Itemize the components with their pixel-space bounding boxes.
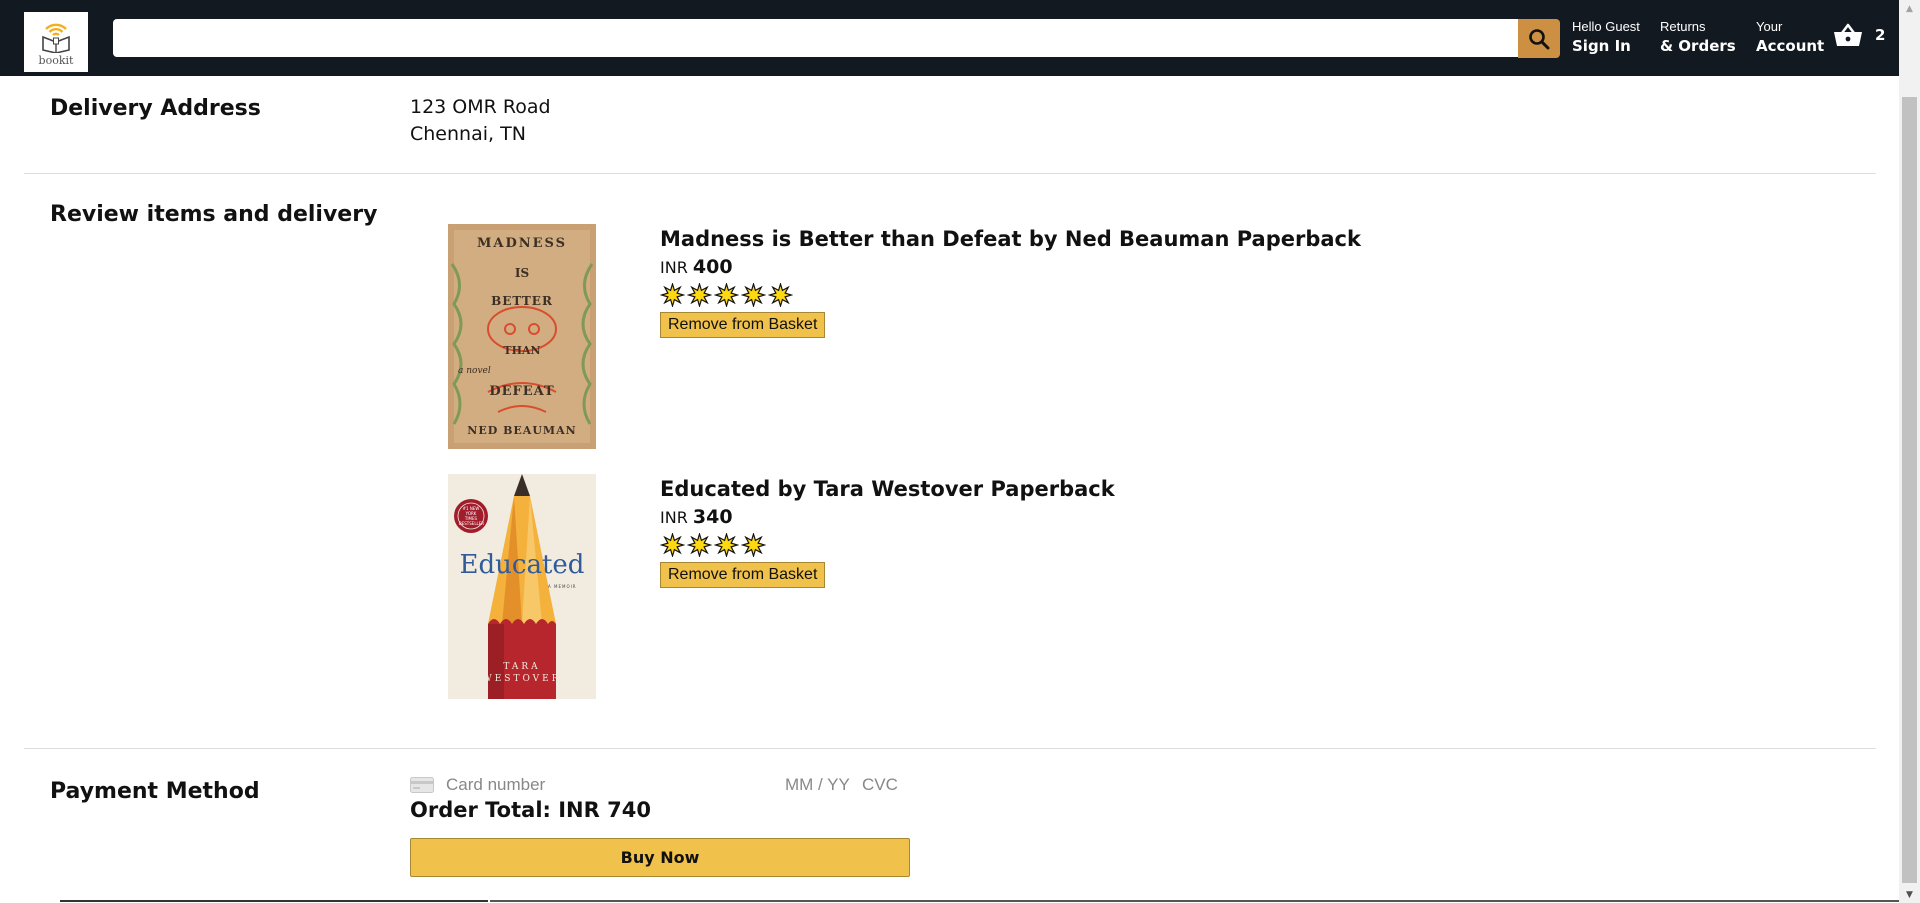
cover-author-first: TARA xyxy=(503,662,541,672)
order-total: Order Total: INR 740 xyxy=(410,798,651,822)
nav-sign-in-label: Sign In xyxy=(1572,37,1631,55)
book-title[interactable]: Educated by Tara Westover Paperback xyxy=(660,476,1115,502)
delivery-address-heading: Delivery Address xyxy=(50,96,261,121)
star-icon xyxy=(741,283,766,307)
address-line-2: Chennai, TN xyxy=(410,123,526,145)
cover-author-last: WESTOVER xyxy=(482,674,562,684)
cover-text: MADNESS IS BETTER THAN a novel DEFEAT NE… xyxy=(448,224,596,449)
buy-now-button[interactable]: Buy Now xyxy=(410,838,910,877)
star-icon xyxy=(714,533,739,557)
price-currency: INR xyxy=(660,258,688,277)
cover-author: NED BEAUMAN xyxy=(467,424,577,437)
price-value: 340 xyxy=(692,506,733,528)
book-title[interactable]: Madness is Better than Defeat by Ned Bea… xyxy=(660,226,1361,252)
cover-badge: #1 NEW YORK TIMES BESTSELLER xyxy=(459,506,485,526)
address-line-1: 123 OMR Road xyxy=(410,96,551,118)
search-icon xyxy=(1529,28,1550,49)
card-input[interactable]: Card number MM / YY CVC xyxy=(410,773,910,797)
book-cover-madness[interactable]: MADNESS IS BETTER THAN a novel DEFEAT NE… xyxy=(448,224,596,449)
nav-account[interactable]: Your Account xyxy=(1756,19,1824,56)
logo[interactable]: bookit xyxy=(24,12,88,72)
star-icon xyxy=(687,533,712,557)
cover-subtitle: a novel xyxy=(458,366,491,376)
nav-orders-label: & Orders xyxy=(1660,37,1736,55)
basket-count: 2 xyxy=(1875,26,1886,44)
card-number-placeholder[interactable]: Card number xyxy=(446,775,545,795)
star-icon xyxy=(660,533,685,557)
basket-item: Madness is Better than Defeat by Ned Bea… xyxy=(660,226,1361,338)
cover-title: Educated xyxy=(459,550,585,580)
bottom-edge-line xyxy=(60,900,488,902)
nav-returns-label: Returns xyxy=(1660,19,1706,34)
vertical-scrollbar[interactable]: ▲ ▼ xyxy=(1899,0,1920,903)
nav-returns-orders[interactable]: Returns & Orders xyxy=(1660,19,1736,56)
star-rating xyxy=(660,283,1361,307)
scroll-up-arrow-icon[interactable]: ▲ xyxy=(1899,0,1920,17)
nav-your-label: Your xyxy=(1756,19,1783,34)
book-cover-educated[interactable]: #1 NEW YORK TIMES BESTSELLER Educated A … xyxy=(448,474,596,699)
cover-line-4: THAN xyxy=(503,344,541,357)
basket-icon xyxy=(1834,23,1862,46)
star-icon xyxy=(687,283,712,307)
star-rating xyxy=(660,533,1115,557)
cvc-placeholder[interactable]: CVC xyxy=(862,775,898,795)
star-icon xyxy=(714,283,739,307)
star-icon xyxy=(768,283,793,307)
cover-line-2: IS xyxy=(514,266,530,280)
section-divider xyxy=(24,173,1876,174)
delivery-address: 123 OMR Road Chennai, TN xyxy=(410,94,551,148)
nav-greeting: Hello Guest xyxy=(1572,19,1640,34)
top-nav-bar: bookit Hello Guest Sign In Returns & Ord… xyxy=(0,0,1899,76)
basket-item: Educated by Tara Westover Paperback INR … xyxy=(660,476,1115,588)
payment-method-heading: Payment Method xyxy=(50,779,260,804)
credit-card-icon xyxy=(410,777,434,793)
search-input[interactable] xyxy=(113,19,1518,57)
expiry-placeholder[interactable]: MM / YY xyxy=(785,775,850,795)
price-value: 400 xyxy=(692,256,733,278)
star-icon xyxy=(741,533,766,557)
nav-sign-in[interactable]: Hello Guest Sign In xyxy=(1572,19,1640,56)
scroll-down-arrow-icon[interactable]: ▼ xyxy=(1899,886,1920,903)
book-price: INR 400 xyxy=(660,255,1361,280)
cover-subtitle: A MEMOIR xyxy=(548,584,577,589)
remove-from-basket-button[interactable]: Remove from Basket xyxy=(660,312,826,338)
section-divider xyxy=(24,748,1876,749)
nav-account-label: Account xyxy=(1756,37,1825,55)
logo-text: bookit xyxy=(38,54,74,67)
search-button[interactable] xyxy=(1518,19,1560,58)
scrollbar-thumb[interactable] xyxy=(1902,97,1917,883)
cover-line-3: BETTER xyxy=(491,294,553,308)
cover-line-1: MADNESS xyxy=(476,236,568,251)
book-wifi-logo-icon xyxy=(42,23,70,53)
book-price: INR 340 xyxy=(660,505,1115,530)
remove-from-basket-button[interactable]: Remove from Basket xyxy=(660,562,826,588)
star-icon xyxy=(660,283,685,307)
bottom-edge-line xyxy=(490,900,1899,902)
basket-button[interactable]: 2 xyxy=(1833,22,1885,48)
review-items-heading: Review items and delivery xyxy=(50,202,378,227)
cover-line-5: DEFEAT xyxy=(489,384,555,399)
cover-text: #1 NEW YORK TIMES BESTSELLER Educated A … xyxy=(448,474,596,699)
price-currency: INR xyxy=(660,508,688,527)
